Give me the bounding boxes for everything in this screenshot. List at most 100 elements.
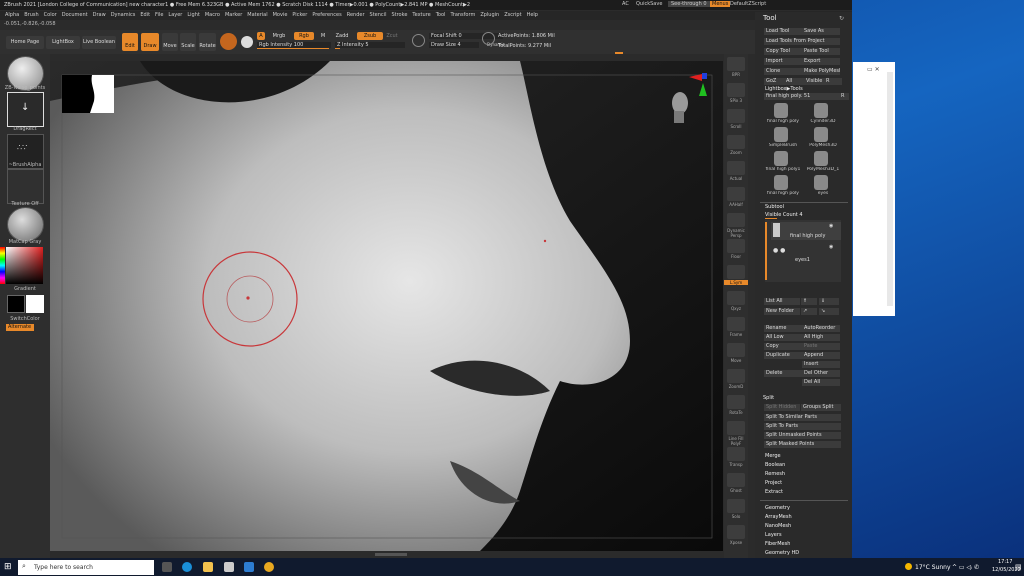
window-controls[interactable]: ▭ ✕: [867, 66, 880, 73]
export-button[interactable]: Export: [802, 58, 840, 65]
split-header[interactable]: Split: [763, 395, 774, 401]
insert-button[interactable]: Insert: [802, 361, 840, 368]
home-page-button[interactable]: Home Page: [6, 36, 44, 49]
scrollbar[interactable]: [887, 72, 893, 306]
split-hidden-button[interactable]: Split Hidden: [764, 404, 800, 411]
shelf-spix-3-icon[interactable]: [727, 83, 745, 97]
append-button[interactable]: Append: [802, 352, 840, 359]
menu-layer[interactable]: Layer: [168, 11, 182, 20]
ac-label[interactable]: AC: [622, 1, 629, 7]
groups-split-button[interactable]: Groups Split: [801, 404, 841, 411]
zcut-button[interactable]: Zcut: [386, 32, 398, 40]
shelf-move-icon[interactable]: [727, 343, 745, 357]
tool-thumb-polymesh3d-icon[interactable]: [814, 127, 828, 142]
section-nanomesh[interactable]: NanoMesh: [765, 523, 791, 529]
menu-brush[interactable]: Brush: [24, 11, 38, 20]
save-as-button[interactable]: Save As: [802, 28, 840, 35]
section-arraymesh[interactable]: ArrayMesh: [765, 514, 792, 520]
visible-button[interactable]: Visible: [804, 78, 824, 85]
menu-tool[interactable]: Tool: [436, 11, 446, 20]
system-tray-icons[interactable]: ^ ▭ ◁ᵢ ✆: [952, 564, 979, 571]
menu-stencil[interactable]: Stencil: [370, 11, 387, 20]
lightbox-button[interactable]: LightBox: [46, 36, 80, 49]
stroke-thumbnail-icon[interactable]: ↓: [7, 92, 44, 127]
clone-button[interactable]: Clone: [764, 68, 802, 75]
current-tool-r-button[interactable]: R: [839, 93, 849, 100]
make-polymesh3d-button[interactable]: Make PolyMesh3D: [802, 68, 840, 75]
split-masked-points-button[interactable]: Split Masked Points: [764, 441, 841, 448]
sculpt-viewport[interactable]: [50, 61, 723, 551]
background-window[interactable]: ▭ ✕: [853, 62, 895, 316]
subtool-header[interactable]: Subtool: [765, 204, 784, 210]
lightbox-tools-button[interactable]: Lightbox▶Tools: [765, 86, 803, 92]
brush-preview-icon[interactable]: [220, 33, 237, 50]
shelf-solo-icon[interactable]: [727, 499, 745, 513]
all-button[interactable]: All: [784, 78, 804, 85]
app-icon[interactable]: [224, 562, 234, 572]
menu-color[interactable]: Color: [44, 11, 57, 20]
shelf-l-sym-icon[interactable]: [727, 265, 745, 279]
autoreorder-button[interactable]: AutoReorder: [802, 325, 840, 332]
shelf-ghost-icon[interactable]: [727, 473, 745, 487]
shelf-line-fill-polyf-icon[interactable]: [727, 421, 745, 435]
list-all-button[interactable]: List All: [764, 298, 800, 305]
arrow-down-button[interactable]: ⇓: [819, 298, 839, 305]
split-to-similar-parts-button[interactable]: Split To Similar Parts: [764, 414, 841, 421]
shelf-qxyz-icon[interactable]: [727, 291, 745, 305]
menu-material[interactable]: Material: [247, 11, 267, 20]
split-to-parts-button[interactable]: Split To Parts: [764, 423, 841, 430]
default-zscript-button[interactable]: DefaultZScript: [730, 1, 766, 7]
see-through-slider[interactable]: See-through 0: [668, 1, 710, 7]
menu-edit[interactable]: Edit: [140, 11, 150, 20]
main-color-swatch[interactable]: [7, 295, 25, 313]
copy-button[interactable]: Copy: [764, 343, 802, 350]
section-project[interactable]: Project: [765, 480, 782, 486]
duplicate-button[interactable]: Duplicate: [764, 352, 802, 359]
subtool-scrollbar[interactable]: [765, 222, 767, 280]
section-layers[interactable]: Layers: [765, 532, 782, 538]
tool-thumb-final-high-poly-icon[interactable]: [774, 175, 788, 190]
import-button[interactable]: Import: [764, 58, 802, 65]
live-boolean-button[interactable]: Live Boolean: [82, 36, 116, 49]
section-merge[interactable]: Merge: [765, 453, 781, 459]
tool-thumb-final-high-poly-icon[interactable]: [774, 103, 788, 118]
taskbar-search-input[interactable]: Type here to search: [18, 560, 154, 575]
menu-preferences[interactable]: Preferences: [312, 11, 341, 20]
shelf-frame-icon[interactable]: [727, 317, 745, 331]
zbrush-taskbar-icon[interactable]: [244, 562, 254, 572]
menu-transform[interactable]: Transform: [450, 11, 475, 20]
new-folder-button[interactable]: New Folder: [764, 308, 800, 315]
tool-thumb-final-high-poly1-icon[interactable]: [774, 151, 788, 166]
menu-draw[interactable]: Draw: [93, 11, 106, 20]
visibility-eye-icon[interactable]: ◉: [829, 244, 833, 250]
shelf-bpr-icon[interactable]: [727, 57, 745, 71]
task-view-icon[interactable]: [162, 562, 172, 572]
arrow-up-button[interactable]: ⇑: [801, 298, 817, 305]
current-tool-slider[interactable]: final high poly. 51: [764, 93, 839, 100]
rotate-button[interactable]: Rotate: [199, 33, 216, 51]
m-button[interactable]: M: [318, 32, 328, 40]
load-tool-button[interactable]: Load Tool: [764, 28, 802, 35]
menu-dynamics[interactable]: Dynamics: [111, 11, 136, 20]
hue-strip[interactable]: [0, 247, 5, 284]
menus-toggle[interactable]: Menus: [710, 1, 731, 7]
canvas-scroll-handle[interactable]: [375, 553, 407, 556]
section-extract[interactable]: Extract: [765, 489, 783, 495]
draw-button[interactable]: Draw: [141, 33, 159, 51]
del-other-button[interactable]: Del Other: [802, 370, 840, 377]
zadd-button[interactable]: Zadd: [333, 32, 351, 40]
draw-size-slider[interactable]: Draw Size 4: [429, 42, 479, 48]
shelf-rotate-icon[interactable]: [727, 395, 745, 409]
z-intensity-slider[interactable]: Z Intensity 5: [335, 42, 405, 48]
all-low-button[interactable]: All Low: [764, 334, 802, 341]
copy-tool-button[interactable]: Copy Tool: [764, 48, 802, 55]
move-button[interactable]: Move: [162, 33, 178, 51]
switch-color-button[interactable]: SwitchColor: [2, 316, 48, 322]
shelf-zoomd-icon[interactable]: [727, 369, 745, 383]
shelf-dynamic-persp-icon[interactable]: [727, 213, 745, 227]
material-sphere-icon[interactable]: [241, 36, 253, 48]
split-unmasked-points-button[interactable]: Split Unmasked Points: [764, 432, 841, 439]
alternate-button[interactable]: Alternate: [6, 324, 34, 331]
texture-thumbnail-icon[interactable]: [7, 169, 44, 204]
document-canvas[interactable]: [50, 61, 723, 551]
